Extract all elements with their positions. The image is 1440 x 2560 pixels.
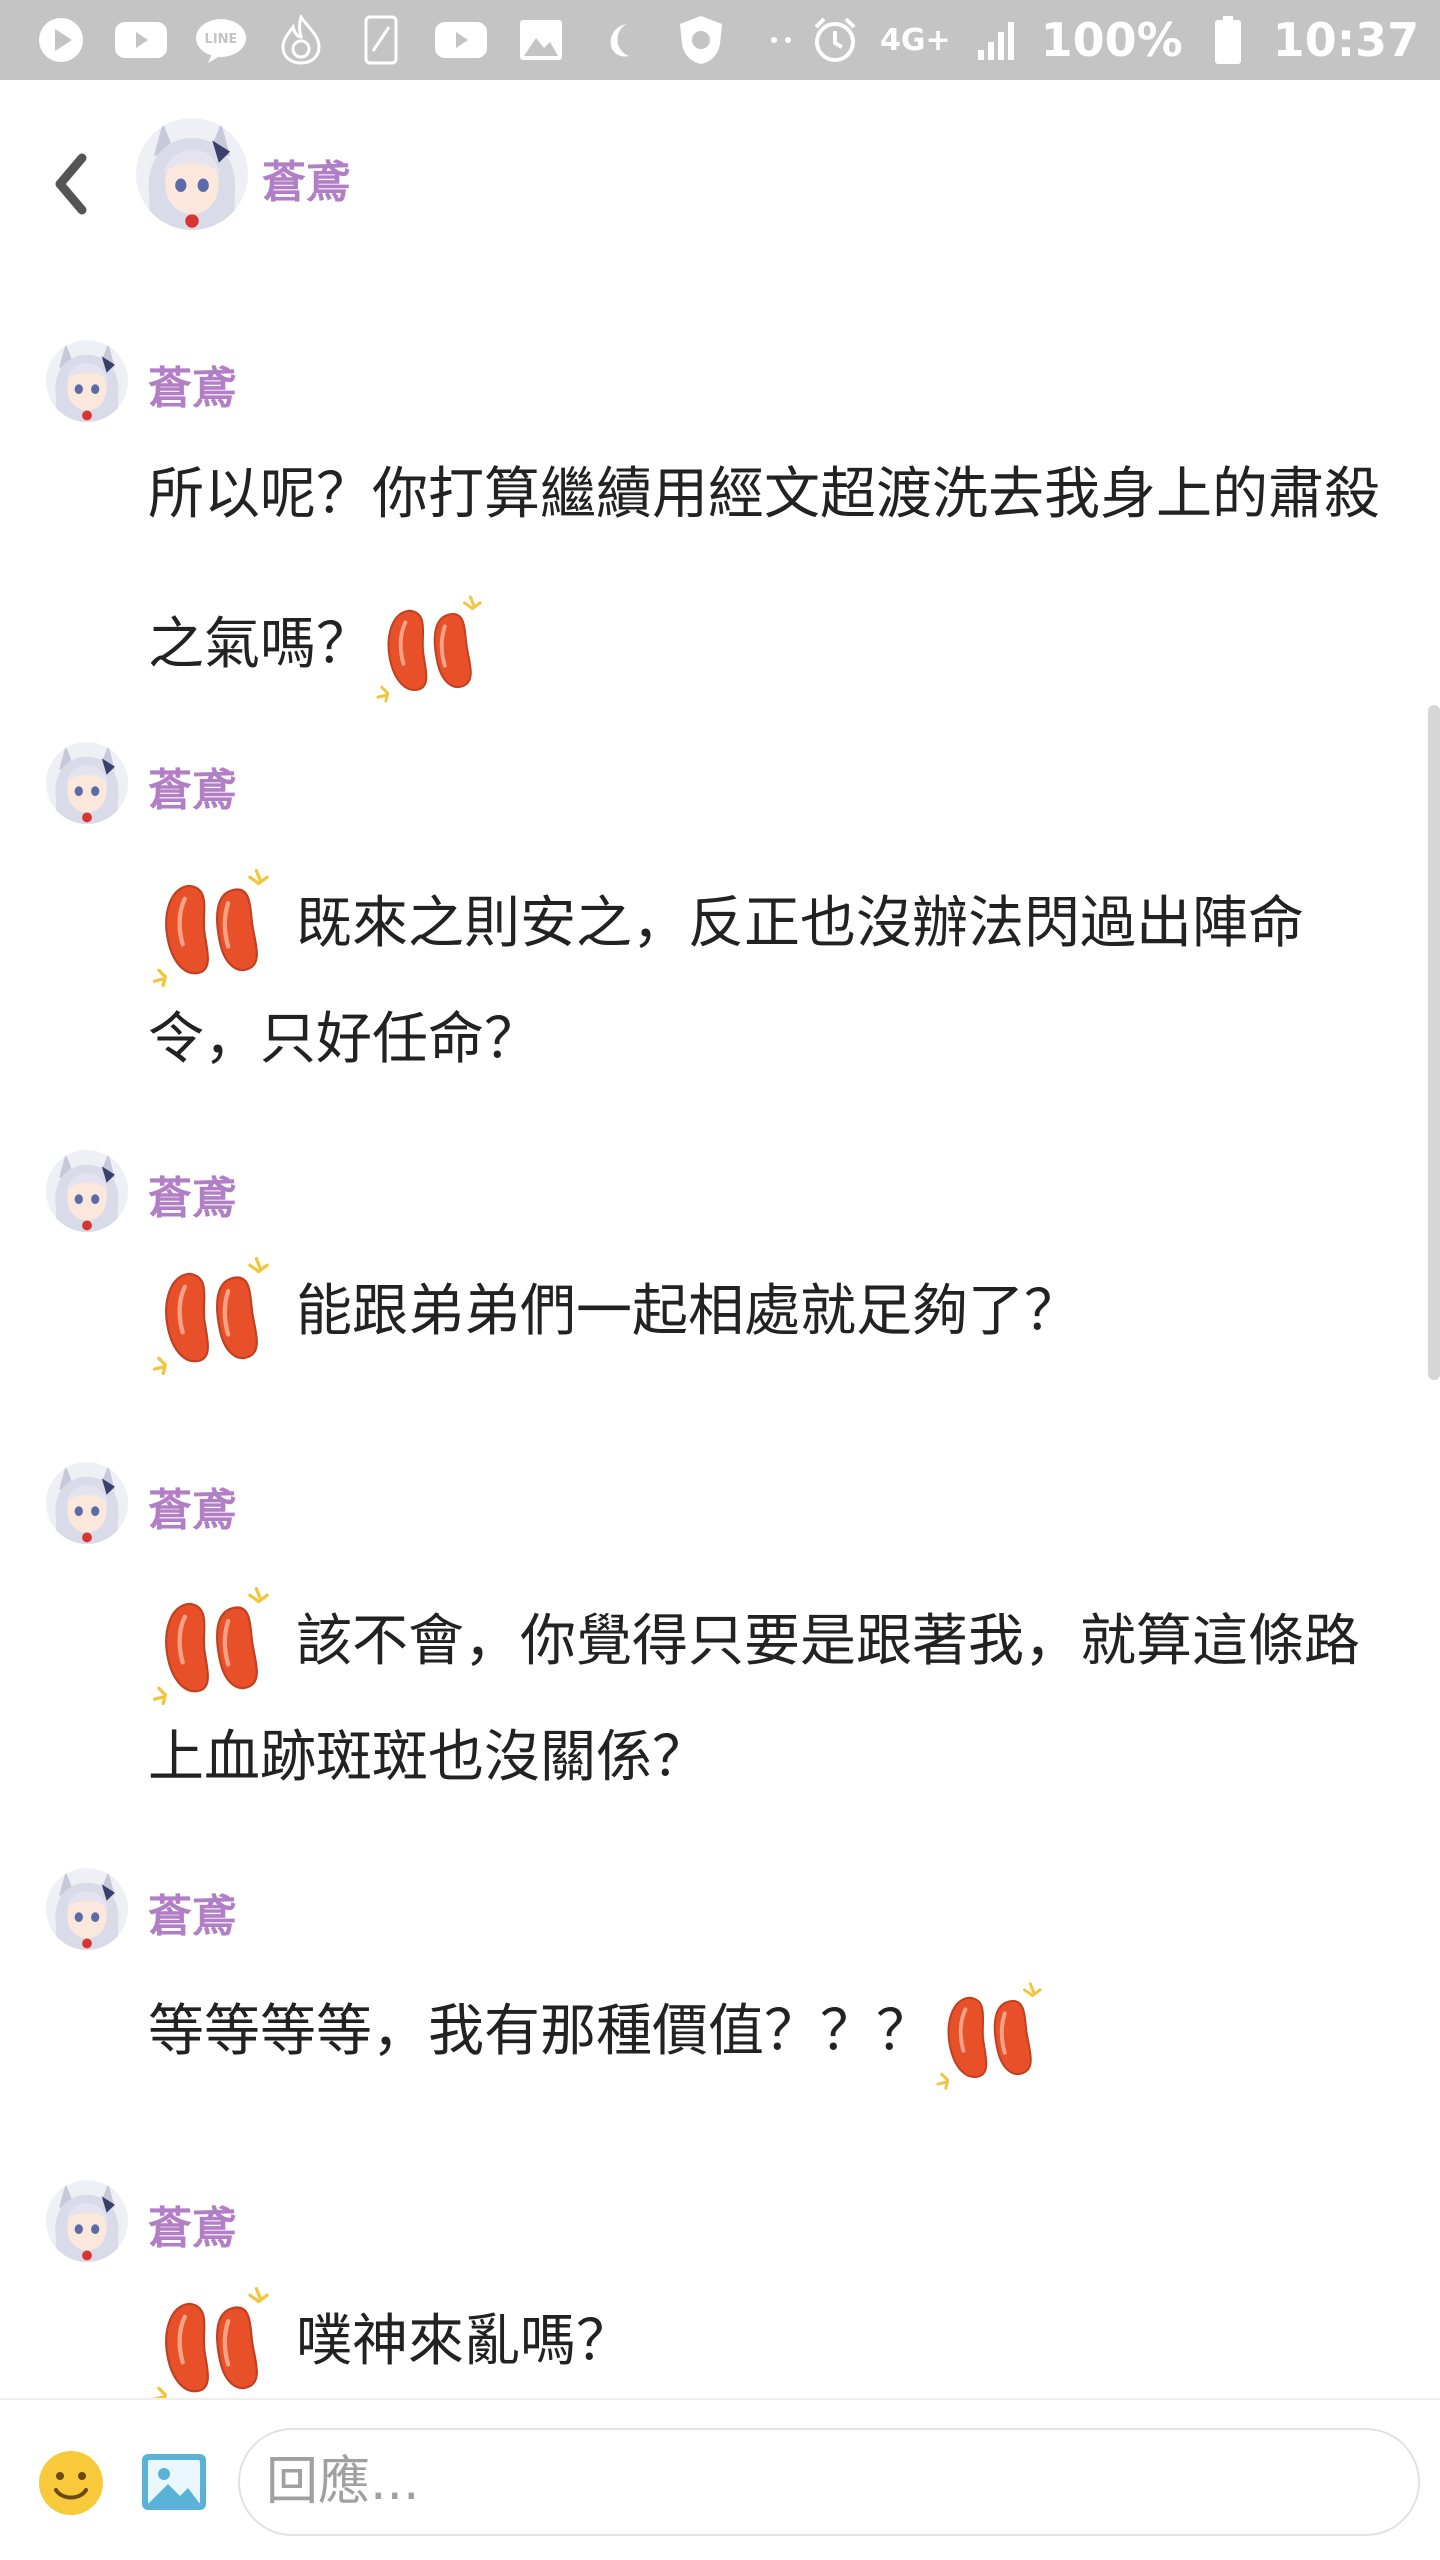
message-text: 噗神來亂嗎？ [148, 2280, 1400, 2400]
notification-icons: LINE [0, 13, 808, 67]
battery-percentage: 100% [1040, 13, 1183, 67]
battery-icon [1201, 13, 1255, 67]
header-avatar[interactable] [136, 118, 248, 230]
author-name[interactable]: 蒼鳶 [148, 2192, 236, 2256]
message: 蒼鳶 噗神來亂嗎？ [0, 2180, 1400, 2400]
line-icon: LINE [194, 13, 248, 67]
author-name[interactable]: 蒼鳶 [148, 1880, 236, 1944]
svg-text:LINE: LINE [205, 32, 238, 47]
smiley-icon [39, 2451, 103, 2515]
scrollbar[interactable] [1428, 705, 1440, 1380]
sausage-sticker [148, 862, 278, 992]
sausage-sticker [932, 1976, 1050, 2094]
sausage-sticker [372, 589, 490, 707]
message: 蒼鳶 既來之則安之，反正也沒辦法閃過出陣命令，只好任命？ [0, 742, 1400, 1072]
message-body: 能跟弟弟們一起相處就足夠了？ [296, 1279, 1080, 1345]
phone-icon [354, 13, 408, 67]
youtube-icon-2 [434, 13, 488, 67]
network-type: 4G+ [880, 22, 951, 58]
reply-field[interactable] [238, 2428, 1420, 2536]
system-indicators: 4G+ 100% 10:37 [808, 13, 1440, 67]
back-button[interactable] [42, 144, 102, 224]
signal-icon [969, 13, 1023, 67]
author-name[interactable]: 蒼鳶 [148, 1162, 236, 1226]
shield-icon [674, 13, 728, 67]
message-list: 蒼鳶 所以呢？你打算繼續用經文超渡洗去我身上的肅殺之氣嗎？ 蒼鳶 既來之則安之，… [0, 270, 1440, 2400]
play-icon [34, 13, 88, 67]
author-name[interactable]: 蒼鳶 [148, 754, 236, 818]
flame-icon [274, 13, 328, 67]
message-text: 所以呢？你打算繼續用經文超渡洗去我身上的肅殺之氣嗎？ [148, 420, 1400, 720]
more-notifications-icon [754, 13, 808, 67]
avatar[interactable] [46, 2180, 128, 2262]
picture-icon [142, 2454, 206, 2510]
message: 蒼鳶 等等等等，我有那種價值？？？ [0, 1868, 1400, 2118]
clock: 10:37 [1272, 13, 1420, 67]
chat-header: 蒼鳶 [0, 80, 1440, 270]
message-body: 既來之則安之，反正也沒辦法閃過出陣命令，只好任命？ [148, 891, 1304, 1072]
author-name[interactable]: 蒼鳶 [148, 352, 236, 416]
author-name[interactable]: 蒼鳶 [148, 1474, 236, 1538]
message-body: 該不會，你覺得只要是跟著我，就算這條路上血跡斑斑也沒關係？ [148, 1609, 1360, 1790]
message-text: 能跟弟弟們一起相處就足夠了？ [148, 1250, 1400, 1380]
message-body: 所以呢？你打算繼續用經文超渡洗去我身上的肅殺之氣嗎？ [148, 462, 1380, 677]
sausage-sticker [148, 1250, 278, 1380]
avatar[interactable] [46, 1462, 128, 1544]
message: 蒼鳶 該不會，你覺得只要是跟著我，就算這條路上血跡斑斑也沒關係？ [0, 1462, 1400, 1792]
sausage-sticker [148, 2280, 278, 2400]
message: 蒼鳶 所以呢？你打算繼續用經文超渡洗去我身上的肅殺之氣嗎？ [0, 340, 1400, 670]
youtube-icon [114, 13, 168, 67]
avatar[interactable] [46, 742, 128, 824]
status-bar: LINE 4G+ 100% 10:37 [0, 0, 1440, 80]
message-text: 等等等等，我有那種價值？？？ [148, 1976, 1400, 2094]
image-icon [514, 13, 568, 67]
message-text: 該不會，你覺得只要是跟著我，就算這條路上血跡斑斑也沒關係？ [148, 1580, 1400, 1806]
message-body: 等等等等，我有那種價值？？？ [148, 1999, 932, 2065]
moon-icon [594, 13, 648, 67]
chevron-left-icon [55, 153, 87, 215]
image-button[interactable] [138, 2446, 210, 2518]
alarm-icon [808, 13, 862, 67]
avatar[interactable] [46, 1150, 128, 1232]
header-title[interactable]: 蒼鳶 [262, 146, 350, 210]
avatar[interactable] [46, 340, 128, 422]
message-text: 既來之則安之，反正也沒辦法閃過出陣命令，只好任命？ [148, 862, 1400, 1088]
composer-bar [0, 2398, 1440, 2560]
message-body: 噗神來亂嗎？ [296, 2309, 632, 2375]
reply-input[interactable] [266, 2452, 1418, 2512]
avatar[interactable] [46, 1868, 128, 1950]
message: 蒼鳶 能跟弟弟們一起相處就足夠了？ [0, 1150, 1400, 1400]
emoji-button[interactable] [36, 2448, 106, 2518]
sausage-sticker [148, 1580, 278, 1710]
